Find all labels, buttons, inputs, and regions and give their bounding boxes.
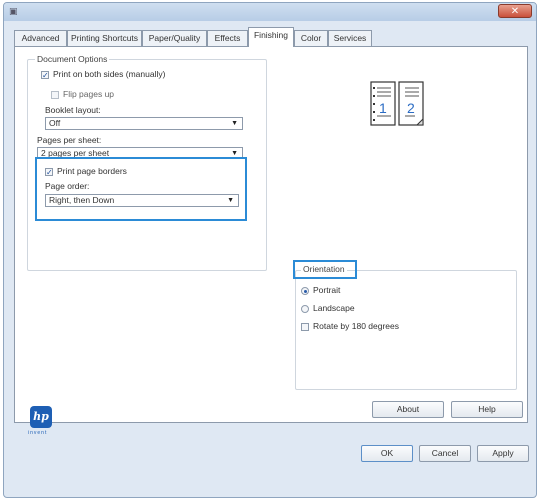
printer-icon: ▣ (9, 6, 18, 16)
flip-pages-up-checkbox[interactable] (51, 91, 59, 99)
title-bar[interactable]: ▣ ✕ (4, 3, 536, 21)
booklet-layout-select[interactable]: Off ▼ (45, 117, 243, 130)
print-page-borders-checkbox[interactable]: ✓ (45, 168, 53, 177)
close-button[interactable]: ✕ (498, 4, 532, 18)
flip-pages-up-label: Flip pages up (63, 89, 115, 99)
page-order-value: Right, then Down (49, 195, 115, 205)
chevron-down-icon: ▼ (231, 120, 238, 127)
portrait-label: Portrait (313, 285, 341, 295)
about-button[interactable]: About (372, 401, 444, 418)
print-both-sides-checkbox[interactable]: ✓ (41, 71, 49, 80)
rotate-180-checkbox[interactable] (301, 323, 309, 331)
document-options-legend: Document Options (35, 54, 110, 64)
tab-services[interactable]: Services (328, 30, 372, 46)
cancel-button[interactable]: Cancel (419, 445, 471, 462)
apply-button[interactable]: Apply (477, 445, 529, 462)
tab-paper-quality[interactable]: Paper/Quality (142, 30, 207, 46)
preview-page-2-number: 2 (407, 100, 415, 116)
preview-page-1-number: 1 (379, 100, 387, 116)
finishing-panel: Document Options ✓ Print on both sides (… (14, 46, 528, 423)
page-order-select[interactable]: Right, then Down ▼ (45, 194, 239, 207)
booklet-layout-label: Booklet layout: (45, 105, 101, 115)
hp-logo: hp (30, 406, 52, 428)
orientation-legend: Orientation (301, 264, 347, 274)
page-preview-illustration: 1 2 (370, 81, 424, 126)
tab-finishing[interactable]: Finishing (248, 27, 294, 47)
landscape-radio[interactable] (301, 305, 309, 313)
tab-printing-shortcuts[interactable]: Printing Shortcuts (67, 30, 142, 46)
pages-per-sheet-label: Pages per sheet: (37, 135, 102, 145)
landscape-label: Landscape (313, 303, 355, 313)
print-page-borders-label: Print page borders (57, 166, 127, 176)
help-button[interactable]: Help (451, 401, 523, 418)
hp-logo-subtitle: invent (28, 430, 48, 436)
print-both-sides-label: Print on both sides (manually) (53, 69, 166, 79)
ok-button[interactable]: OK (361, 445, 413, 462)
tab-advanced[interactable]: Advanced (14, 30, 67, 46)
rotate-180-label: Rotate by 180 degrees (313, 321, 400, 331)
printer-properties-window: ▣ ✕ Advanced Printing Shortcuts Paper/Qu… (3, 2, 537, 498)
tab-effects[interactable]: Effects (207, 30, 248, 46)
tab-color[interactable]: Color (294, 30, 328, 46)
chevron-down-icon: ▼ (227, 197, 234, 204)
page-order-label: Page order: (45, 181, 90, 191)
portrait-radio[interactable] (301, 287, 309, 295)
booklet-layout-value: Off (49, 118, 61, 128)
